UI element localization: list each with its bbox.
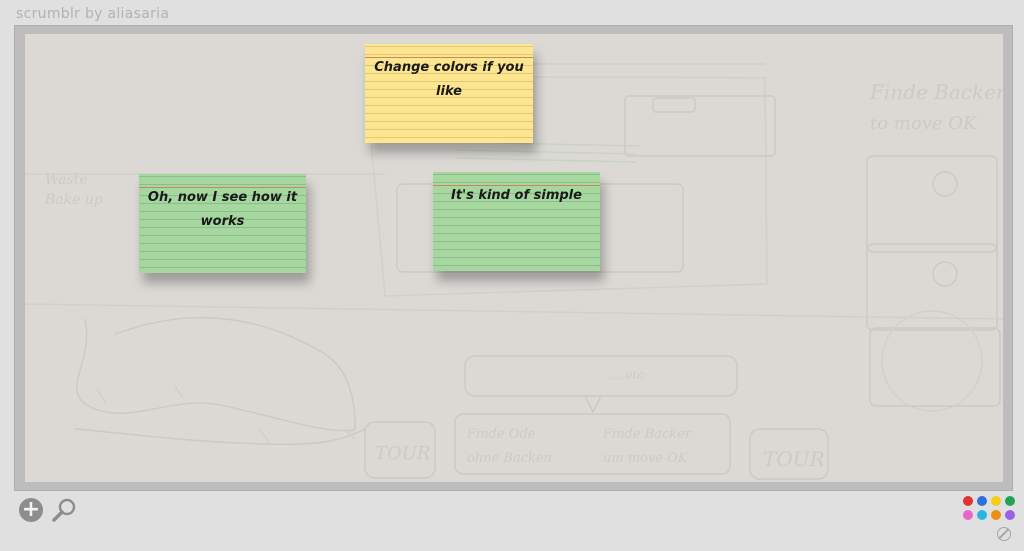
card-yellow[interactable]: Change colors if you like	[365, 44, 533, 143]
add-card-button[interactable]: +	[19, 498, 43, 522]
color-swatch[interactable]	[963, 510, 973, 520]
color-swatch[interactable]	[991, 496, 1001, 506]
color-swatch[interactable]	[977, 510, 987, 520]
svg-text:um move OK: um move OK	[603, 451, 689, 466]
svg-text:TOUR: TOUR	[375, 443, 431, 464]
svg-text:Finde Backer: Finde Backer	[602, 427, 692, 442]
svg-text:TOUR: TOUR	[763, 447, 825, 471]
board-frame: Finde Backer to move OK Waste Bake up TO…	[14, 25, 1013, 491]
svg-text:to move OK: to move OK	[870, 113, 978, 134]
card-text[interactable]: Change colors if you like	[371, 56, 527, 104]
color-swatch[interactable]	[991, 510, 1001, 520]
color-swatch[interactable]	[1005, 510, 1015, 520]
svg-text:Finde Ode: Finde Ode	[466, 427, 536, 442]
no-color-icon[interactable]	[997, 527, 1011, 541]
app-title: scrumblr by aliasaria	[16, 6, 170, 22]
card-green[interactable]: Oh, now I see how it works	[139, 174, 306, 273]
svg-text:... etc: ... etc	[610, 368, 644, 382]
svg-text:Bake up: Bake up	[44, 192, 103, 208]
card-text[interactable]: Oh, now I see how it works	[145, 186, 300, 234]
color-swatch[interactable]	[963, 496, 973, 506]
color-palette	[963, 496, 1015, 524]
magnifier-icon[interactable]	[52, 497, 78, 523]
svg-text:Waste: Waste	[45, 172, 88, 188]
board[interactable]: Finde Backer to move OK Waste Bake up TO…	[25, 34, 1003, 482]
color-swatch[interactable]	[1005, 496, 1015, 506]
card-text[interactable]: It's kind of simple	[439, 184, 594, 208]
plus-circle-icon: +	[21, 497, 41, 522]
svg-text:ohne Backen: ohne Backen	[467, 451, 552, 466]
color-swatch[interactable]	[977, 496, 987, 506]
svg-text:Finde Backer: Finde Backer	[869, 80, 1003, 104]
card-green[interactable]: It's kind of simple	[433, 172, 600, 271]
